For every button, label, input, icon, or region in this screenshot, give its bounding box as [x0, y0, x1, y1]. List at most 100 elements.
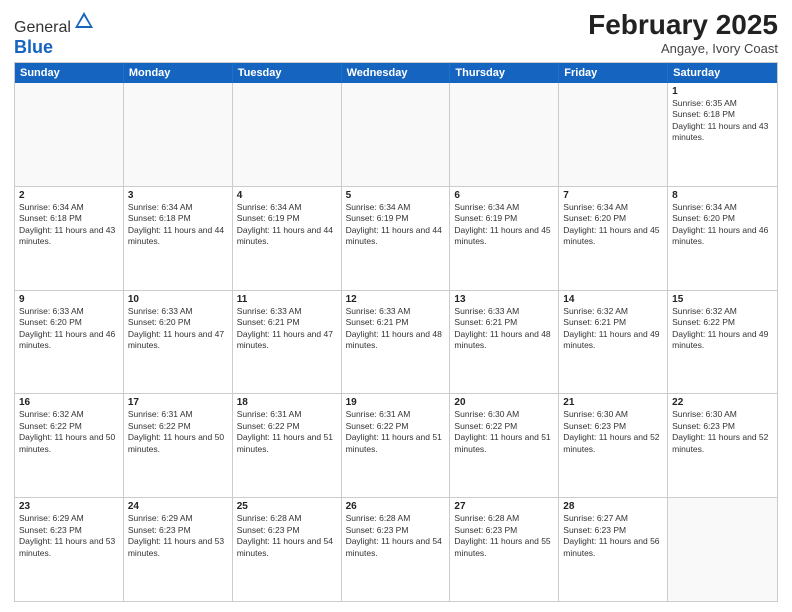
- calendar-row-4: 23Sunrise: 6:29 AMSunset: 6:23 PMDayligh…: [15, 498, 777, 601]
- day-number: 4: [237, 190, 337, 201]
- calendar-cell: 7Sunrise: 6:34 AMSunset: 6:20 PMDaylight…: [559, 187, 668, 290]
- calendar-row-2: 9Sunrise: 6:33 AMSunset: 6:20 PMDaylight…: [15, 291, 777, 395]
- calendar-cell: 1Sunrise: 6:35 AMSunset: 6:18 PMDaylight…: [668, 83, 777, 186]
- day-number: 6: [454, 190, 554, 201]
- cell-info: Sunrise: 6:32 AMSunset: 6:22 PMDaylight:…: [672, 306, 773, 352]
- calendar-cell: 25Sunrise: 6:28 AMSunset: 6:23 PMDayligh…: [233, 498, 342, 601]
- cell-info: Sunrise: 6:31 AMSunset: 6:22 PMDaylight:…: [128, 409, 228, 455]
- cell-info: Sunrise: 6:29 AMSunset: 6:23 PMDaylight:…: [19, 513, 119, 559]
- cell-info: Sunrise: 6:29 AMSunset: 6:23 PMDaylight:…: [128, 513, 228, 559]
- calendar-cell: [668, 498, 777, 601]
- calendar-cell: [450, 83, 559, 186]
- calendar-cell: 28Sunrise: 6:27 AMSunset: 6:23 PMDayligh…: [559, 498, 668, 601]
- calendar-cell: 27Sunrise: 6:28 AMSunset: 6:23 PMDayligh…: [450, 498, 559, 601]
- day-number: 11: [237, 294, 337, 305]
- header-day-friday: Friday: [559, 63, 668, 83]
- logo: General Blue: [14, 10, 95, 58]
- calendar-cell: 18Sunrise: 6:31 AMSunset: 6:22 PMDayligh…: [233, 394, 342, 497]
- calendar-body: 1Sunrise: 6:35 AMSunset: 6:18 PMDaylight…: [15, 83, 777, 601]
- calendar-cell: 26Sunrise: 6:28 AMSunset: 6:23 PMDayligh…: [342, 498, 451, 601]
- calendar-cell: 16Sunrise: 6:32 AMSunset: 6:22 PMDayligh…: [15, 394, 124, 497]
- calendar-cell: [559, 83, 668, 186]
- day-number: 19: [346, 397, 446, 408]
- header-day-tuesday: Tuesday: [233, 63, 342, 83]
- day-number: 17: [128, 397, 228, 408]
- cell-info: Sunrise: 6:33 AMSunset: 6:20 PMDaylight:…: [19, 306, 119, 352]
- cell-info: Sunrise: 6:34 AMSunset: 6:18 PMDaylight:…: [128, 202, 228, 248]
- cell-info: Sunrise: 6:30 AMSunset: 6:22 PMDaylight:…: [454, 409, 554, 455]
- calendar-cell: 3Sunrise: 6:34 AMSunset: 6:18 PMDaylight…: [124, 187, 233, 290]
- calendar-cell: [233, 83, 342, 186]
- cell-info: Sunrise: 6:34 AMSunset: 6:19 PMDaylight:…: [454, 202, 554, 248]
- header-day-wednesday: Wednesday: [342, 63, 451, 83]
- day-number: 2: [19, 190, 119, 201]
- calendar-row-0: 1Sunrise: 6:35 AMSunset: 6:18 PMDaylight…: [15, 83, 777, 187]
- cell-info: Sunrise: 6:31 AMSunset: 6:22 PMDaylight:…: [237, 409, 337, 455]
- day-number: 26: [346, 501, 446, 512]
- header-day-monday: Monday: [124, 63, 233, 83]
- cell-info: Sunrise: 6:33 AMSunset: 6:21 PMDaylight:…: [346, 306, 446, 352]
- calendar-cell: 14Sunrise: 6:32 AMSunset: 6:21 PMDayligh…: [559, 291, 668, 394]
- calendar-cell: 23Sunrise: 6:29 AMSunset: 6:23 PMDayligh…: [15, 498, 124, 601]
- cell-info: Sunrise: 6:28 AMSunset: 6:23 PMDaylight:…: [454, 513, 554, 559]
- cell-info: Sunrise: 6:33 AMSunset: 6:20 PMDaylight:…: [128, 306, 228, 352]
- cell-info: Sunrise: 6:30 AMSunset: 6:23 PMDaylight:…: [563, 409, 663, 455]
- cell-info: Sunrise: 6:30 AMSunset: 6:23 PMDaylight:…: [672, 409, 773, 455]
- calendar-cell: 22Sunrise: 6:30 AMSunset: 6:23 PMDayligh…: [668, 394, 777, 497]
- title-block: February 2025 Angaye, Ivory Coast: [588, 10, 778, 56]
- cell-info: Sunrise: 6:34 AMSunset: 6:19 PMDaylight:…: [346, 202, 446, 248]
- cell-info: Sunrise: 6:27 AMSunset: 6:23 PMDaylight:…: [563, 513, 663, 559]
- day-number: 15: [672, 294, 773, 305]
- cell-info: Sunrise: 6:28 AMSunset: 6:23 PMDaylight:…: [346, 513, 446, 559]
- calendar-cell: [124, 83, 233, 186]
- day-number: 23: [19, 501, 119, 512]
- day-number: 27: [454, 501, 554, 512]
- logo-icon: [73, 10, 95, 32]
- calendar-cell: 15Sunrise: 6:32 AMSunset: 6:22 PMDayligh…: [668, 291, 777, 394]
- calendar-cell: 17Sunrise: 6:31 AMSunset: 6:22 PMDayligh…: [124, 394, 233, 497]
- cell-info: Sunrise: 6:34 AMSunset: 6:19 PMDaylight:…: [237, 202, 337, 248]
- header-day-sunday: Sunday: [15, 63, 124, 83]
- cell-info: Sunrise: 6:33 AMSunset: 6:21 PMDaylight:…: [454, 306, 554, 352]
- calendar-cell: [342, 83, 451, 186]
- day-number: 18: [237, 397, 337, 408]
- calendar-cell: 9Sunrise: 6:33 AMSunset: 6:20 PMDaylight…: [15, 291, 124, 394]
- calendar: SundayMondayTuesdayWednesdayThursdayFrid…: [14, 62, 778, 602]
- calendar-cell: 8Sunrise: 6:34 AMSunset: 6:20 PMDaylight…: [668, 187, 777, 290]
- day-number: 22: [672, 397, 773, 408]
- calendar-cell: 5Sunrise: 6:34 AMSunset: 6:19 PMDaylight…: [342, 187, 451, 290]
- day-number: 3: [128, 190, 228, 201]
- calendar-cell: 4Sunrise: 6:34 AMSunset: 6:19 PMDaylight…: [233, 187, 342, 290]
- header-day-thursday: Thursday: [450, 63, 559, 83]
- cell-info: Sunrise: 6:33 AMSunset: 6:21 PMDaylight:…: [237, 306, 337, 352]
- logo-blue-text: Blue: [14, 37, 53, 57]
- month-year: February 2025: [588, 10, 778, 41]
- cell-info: Sunrise: 6:34 AMSunset: 6:20 PMDaylight:…: [563, 202, 663, 248]
- day-number: 20: [454, 397, 554, 408]
- header-day-saturday: Saturday: [668, 63, 777, 83]
- day-number: 10: [128, 294, 228, 305]
- day-number: 21: [563, 397, 663, 408]
- day-number: 1: [672, 86, 773, 97]
- cell-info: Sunrise: 6:34 AMSunset: 6:20 PMDaylight:…: [672, 202, 773, 248]
- day-number: 9: [19, 294, 119, 305]
- calendar-row-3: 16Sunrise: 6:32 AMSunset: 6:22 PMDayligh…: [15, 394, 777, 498]
- day-number: 14: [563, 294, 663, 305]
- cell-info: Sunrise: 6:32 AMSunset: 6:21 PMDaylight:…: [563, 306, 663, 352]
- calendar-cell: 2Sunrise: 6:34 AMSunset: 6:18 PMDaylight…: [15, 187, 124, 290]
- calendar-cell: 6Sunrise: 6:34 AMSunset: 6:19 PMDaylight…: [450, 187, 559, 290]
- header: General Blue February 2025 Angaye, Ivory…: [14, 10, 778, 58]
- day-number: 28: [563, 501, 663, 512]
- cell-info: Sunrise: 6:31 AMSunset: 6:22 PMDaylight:…: [346, 409, 446, 455]
- day-number: 16: [19, 397, 119, 408]
- calendar-header: SundayMondayTuesdayWednesdayThursdayFrid…: [15, 63, 777, 83]
- calendar-cell: [15, 83, 124, 186]
- calendar-cell: 12Sunrise: 6:33 AMSunset: 6:21 PMDayligh…: [342, 291, 451, 394]
- calendar-cell: 11Sunrise: 6:33 AMSunset: 6:21 PMDayligh…: [233, 291, 342, 394]
- calendar-cell: 24Sunrise: 6:29 AMSunset: 6:23 PMDayligh…: [124, 498, 233, 601]
- day-number: 7: [563, 190, 663, 201]
- logo-general-text: General: [14, 19, 71, 36]
- calendar-cell: 13Sunrise: 6:33 AMSunset: 6:21 PMDayligh…: [450, 291, 559, 394]
- calendar-row-1: 2 Sunrise: 6:34 AMSunset: 6:18 PMDaylight…: [15, 187, 777, 291]
- day-number: 5: [346, 190, 446, 201]
